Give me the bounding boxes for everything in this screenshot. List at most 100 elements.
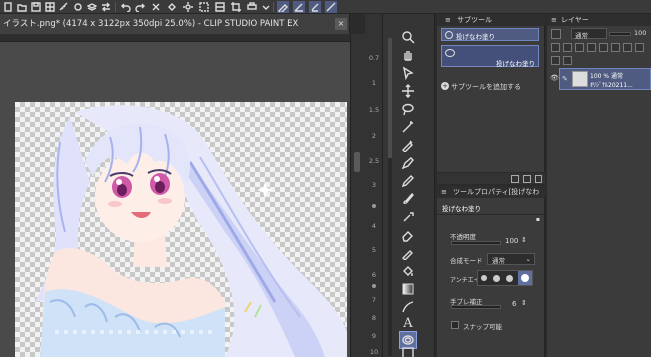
menu-icon[interactable]: ≡ xyxy=(551,14,557,26)
brush-icon[interactable] xyxy=(309,1,321,13)
subtool-footer xyxy=(437,172,545,184)
layer-row[interactable]: ✎ 100 % 通常 ｵﾘｼﾞﾅﾙ20211... xyxy=(559,68,651,90)
lock-transparent-icon[interactable] xyxy=(575,43,584,52)
canvas-area[interactable] xyxy=(0,42,350,357)
subtool-group-tab[interactable]: 投げなわ塗り xyxy=(441,28,539,41)
tool-name: 投げなわ塗り xyxy=(442,205,481,213)
magic-wand-icon[interactable] xyxy=(399,118,417,136)
layer-panel-title: レイヤー xyxy=(561,16,589,24)
clear-icon[interactable] xyxy=(150,1,162,13)
snap-checkbox[interactable] xyxy=(451,321,459,329)
zoom-ruler[interactable]: 0.7 1 1.5 2 2.5 3 4 5 6 7 8 9 10 xyxy=(365,14,383,357)
zoom-tool-icon[interactable] xyxy=(399,28,417,46)
duplicate-icon[interactable] xyxy=(523,175,531,183)
pen-icon[interactable] xyxy=(277,1,289,13)
settings-icon[interactable] xyxy=(72,1,84,13)
layer-color-box[interactable] xyxy=(551,29,561,39)
stabilization-slider[interactable] xyxy=(451,305,501,309)
scroll-thumb[interactable] xyxy=(354,152,360,172)
antialias-selector[interactable] xyxy=(477,270,533,286)
add-subtool-button[interactable]: サブツールを追加する xyxy=(451,82,521,92)
antialias-medium[interactable] xyxy=(506,275,513,282)
crop-icon[interactable] xyxy=(230,1,242,13)
ruler-dot xyxy=(372,284,376,288)
close-icon[interactable]: × xyxy=(335,18,347,30)
pencil-tool-icon[interactable] xyxy=(399,172,417,190)
lock-icon[interactable]: ▪ xyxy=(536,216,540,223)
selection-icon[interactable] xyxy=(198,1,210,13)
move-tool-icon[interactable] xyxy=(399,82,417,100)
mask-icon[interactable] xyxy=(599,43,608,52)
menu-icon[interactable]: ≡ xyxy=(445,14,451,26)
layer-view-icon[interactable] xyxy=(551,56,560,65)
ruler-icon[interactable] xyxy=(611,43,620,52)
layer-opacity-slider[interactable] xyxy=(609,32,631,36)
clip-studio-window: イラスト.png* (4174 x 3122px 350dpi 25.0%) -… xyxy=(0,0,651,357)
eraser-tool-icon[interactable] xyxy=(399,226,417,244)
more-icon[interactable] xyxy=(635,43,644,52)
layer-icon[interactable] xyxy=(86,1,98,13)
tool-scrollbar[interactable] xyxy=(388,38,392,356)
antialias-weak[interactable] xyxy=(493,275,500,282)
copy-icon[interactable] xyxy=(511,175,519,183)
swap-icon[interactable] xyxy=(100,1,112,13)
layer-blend-select[interactable]: 通常 xyxy=(571,28,607,40)
blend-mode-select[interactable]: 通常 ⌄ xyxy=(487,253,535,265)
artwork-canvas[interactable] xyxy=(15,102,347,357)
grid-icon[interactable] xyxy=(44,1,56,13)
lock-icon[interactable] xyxy=(587,43,596,52)
antialias-strong-selected[interactable] xyxy=(518,271,532,285)
pen-tool-icon[interactable] xyxy=(399,154,417,172)
show-thumbnail-icon[interactable] xyxy=(563,56,572,65)
opacity-slider[interactable] xyxy=(451,241,501,245)
stepper-icon[interactable]: ⇕ xyxy=(521,236,527,244)
snap-label: スナップ可能 xyxy=(463,323,502,331)
pen-edit-icon: ✎ xyxy=(562,75,568,83)
trash-icon[interactable] xyxy=(535,175,542,183)
lasso-fill-icon xyxy=(445,49,455,57)
transform-icon[interactable] xyxy=(214,1,226,13)
blend-mode-label: 合成モード xyxy=(450,257,483,265)
eyedropper-icon[interactable] xyxy=(399,136,417,154)
undo-icon[interactable] xyxy=(120,1,132,13)
save-icon[interactable] xyxy=(30,1,42,13)
eraser-icon[interactable] xyxy=(325,1,337,13)
frame-tool-icon[interactable] xyxy=(399,346,417,357)
layer-panel-header: ≡ レイヤー xyxy=(547,14,651,26)
hand-tool-icon[interactable] xyxy=(399,46,417,64)
layer-opacity-value[interactable]: 100 xyxy=(634,29,646,37)
gradient-tool-icon[interactable] xyxy=(399,280,417,298)
subtool-item-selected[interactable]: 投げなわ塗り xyxy=(441,45,539,68)
ruler-icon[interactable] xyxy=(58,1,70,13)
fill-icon[interactable] xyxy=(166,1,178,13)
antialias-none[interactable] xyxy=(481,275,487,281)
open-icon[interactable] xyxy=(16,1,28,13)
airbrush-tool-icon[interactable] xyxy=(399,208,417,226)
text-tool-icon[interactable]: A xyxy=(399,314,417,332)
eye-icon[interactable]: 👁 xyxy=(550,74,559,82)
operation-tool-icon[interactable] xyxy=(399,64,417,82)
ruler-mark: 2.5 xyxy=(368,157,380,165)
brush-tool-icon[interactable] xyxy=(399,190,417,208)
opacity-value[interactable]: 100 xyxy=(505,237,518,245)
pencil-icon[interactable] xyxy=(293,1,305,13)
fill-tool-icon[interactable] xyxy=(399,262,417,280)
print-icon[interactable] xyxy=(246,1,258,13)
menu-icon[interactable]: ≡ xyxy=(441,186,447,198)
stabilization-value[interactable]: 6 xyxy=(512,300,516,308)
ruler-dot xyxy=(372,204,376,208)
lasso-tool-icon[interactable] xyxy=(399,100,417,118)
dropdown-icon[interactable] xyxy=(260,1,272,13)
new-file-icon[interactable] xyxy=(2,1,14,13)
ruler-mark: 5 xyxy=(371,246,377,254)
add-icon[interactable]: + xyxy=(441,82,449,90)
redo-icon[interactable] xyxy=(134,1,146,13)
stepper-icon[interactable]: ⇕ xyxy=(521,299,527,307)
palette-color-icon[interactable] xyxy=(623,43,632,52)
canvas-scrollbar[interactable] xyxy=(350,34,365,357)
reference-icon[interactable] xyxy=(563,43,572,52)
clip-icon[interactable] xyxy=(551,43,560,52)
brightness-icon[interactable] xyxy=(182,1,194,13)
subtool-panel-header: ≡ サブツール xyxy=(437,14,545,26)
blend-tool-icon[interactable] xyxy=(399,244,417,262)
